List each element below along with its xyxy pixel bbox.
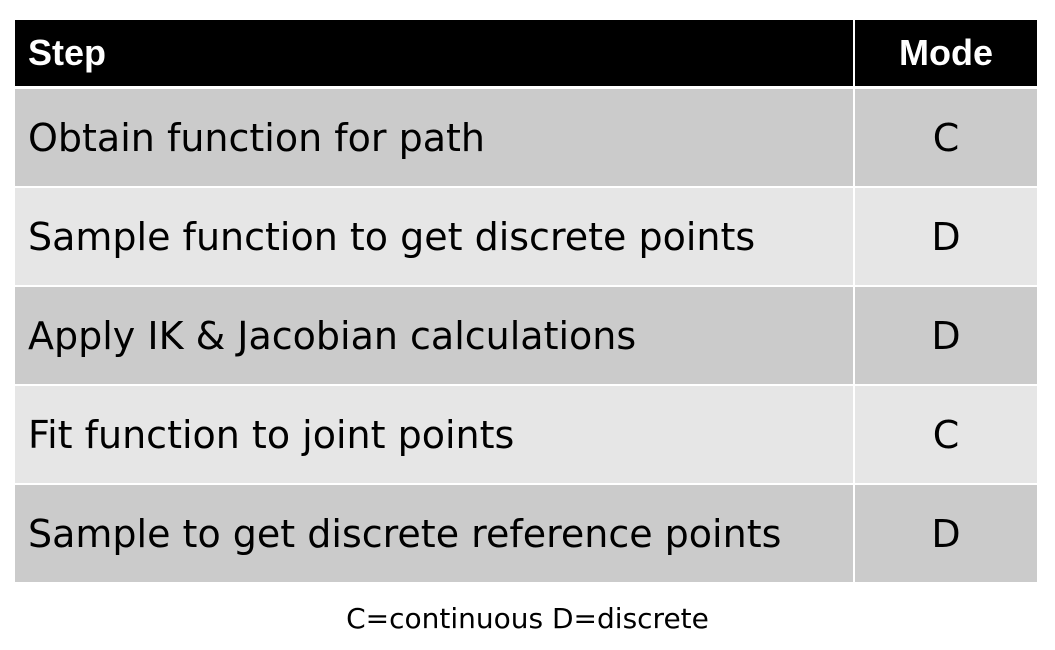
table-row: Apply IK & Jacobian calculations D — [15, 285, 1037, 384]
step-cell: Sample to get discrete reference points — [15, 483, 855, 582]
table-row: Sample to get discrete reference points … — [15, 483, 1037, 582]
table-body: Obtain function for path C Sample functi… — [15, 86, 1037, 582]
table-row: Sample function to get discrete points D — [15, 186, 1037, 285]
step-cell: Apply IK & Jacobian calculations — [15, 285, 855, 384]
header-step: Step — [15, 20, 855, 86]
step-cell: Obtain function for path — [15, 86, 855, 186]
mode-cell: C — [855, 86, 1037, 186]
header-row: Step Mode — [15, 20, 1037, 86]
mode-cell: D — [855, 285, 1037, 384]
table-header: Step Mode — [15, 20, 1037, 86]
mode-cell: D — [855, 186, 1037, 285]
mode-cell: C — [855, 384, 1037, 483]
step-cell: Sample function to get discrete points — [15, 186, 855, 285]
header-mode: Mode — [855, 20, 1037, 86]
table-row: Fit function to joint points C — [15, 384, 1037, 483]
steps-table: Step Mode Obtain function for path C Sam… — [15, 20, 1037, 582]
mode-legend: C=continuous D=discrete — [346, 602, 709, 635]
step-cell: Fit function to joint points — [15, 384, 855, 483]
table-row: Obtain function for path C — [15, 86, 1037, 186]
mode-cell: D — [855, 483, 1037, 582]
